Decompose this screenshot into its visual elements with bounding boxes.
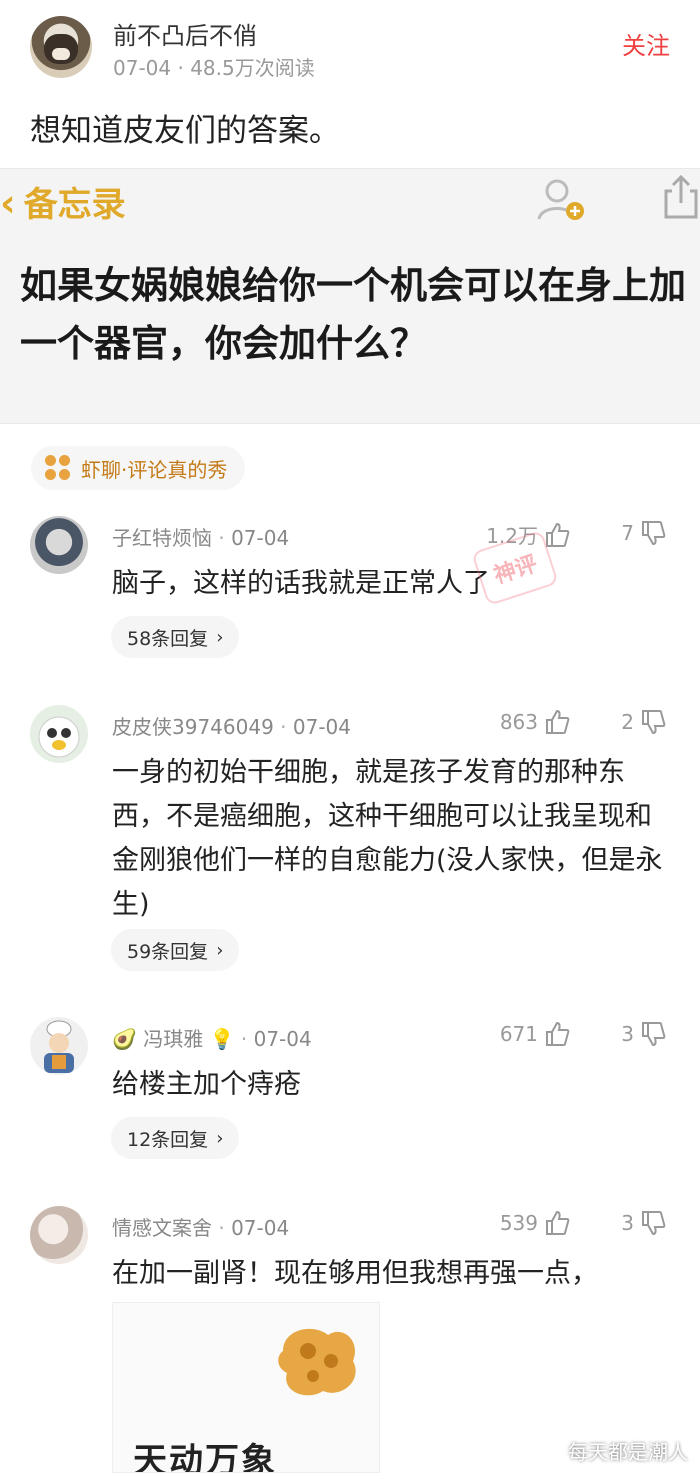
comment-image[interactable]: 天动万象 bbox=[112, 1302, 380, 1473]
view-replies-button[interactable]: 12条回复 › bbox=[111, 1117, 240, 1159]
comment-text: 在加一副肾！现在够用但我想再强一点， bbox=[112, 1258, 598, 1289]
memo-back: ‹ 备忘录 bbox=[0, 177, 126, 226]
commenter-meta[interactable]: 情感文案舍 · 07-04 bbox=[112, 1212, 289, 1241]
comment-date: 07-04 bbox=[231, 526, 290, 550]
commenter-name: 冯琪雅 bbox=[143, 1027, 204, 1051]
dislike-button[interactable]: 2 bbox=[590, 709, 666, 735]
like-button[interactable]: 863 bbox=[470, 709, 570, 735]
comment-item: 情感文案舍 · 07-04 539 3 在加一副肾！现在够用但我想再强一点， bbox=[0, 1206, 700, 1306]
memo-back-label: 备忘录 bbox=[23, 185, 126, 225]
thumbs-down-icon bbox=[642, 1211, 666, 1236]
topic-flower-icon bbox=[45, 455, 71, 481]
like-count: 671 bbox=[499, 1022, 538, 1046]
topic-label: 虾聊·评论真的秀 bbox=[81, 457, 228, 482]
image-caption: 天动万象 bbox=[133, 1441, 277, 1473]
comment-date: 07-04 bbox=[231, 1216, 290, 1240]
dog-snout-shape bbox=[52, 48, 70, 60]
dislike-count: 7 bbox=[621, 521, 634, 545]
like-button[interactable]: 671 bbox=[470, 1021, 570, 1047]
memo-question-text: 如果女娲娘娘给你一个机会可以在身上加一个器官，你会加什么？ bbox=[20, 264, 686, 365]
like-count: 539 bbox=[499, 1211, 538, 1235]
commenter-avatar[interactable] bbox=[30, 1017, 88, 1075]
chef-character-icon bbox=[44, 1020, 74, 1073]
thumbs-up-icon bbox=[546, 522, 570, 547]
commenter-name: 情感文案舍 bbox=[112, 1216, 212, 1240]
comment-date: 07-04 bbox=[292, 715, 351, 739]
share-icon bbox=[664, 174, 698, 219]
comment-item: 子红特烦恼 · 07-04 1.2万 7 脑子，这样的话我就是正常人了 58条回… bbox=[0, 516, 700, 666]
watermark: 每天都是潮人 bbox=[568, 1440, 688, 1464]
comment-text: 给楼主加个痔疮 bbox=[112, 1069, 301, 1100]
thumbs-down-icon bbox=[642, 521, 666, 546]
reply-count: 58条回复 bbox=[127, 627, 209, 650]
post-text: 想知道皮友们的答案。 bbox=[30, 113, 340, 149]
chevron-right-icon: › bbox=[216, 939, 224, 961]
lightbulb-icon: 💡 bbox=[209, 1027, 235, 1051]
thumbs-up-icon bbox=[546, 1210, 570, 1235]
avocado-icon: 🥑 bbox=[112, 1027, 137, 1051]
comment-item: 皮皮侠39746049 · 07-04 863 2 一身的初始干细胞，就是孩子发… bbox=[0, 705, 700, 975]
meta-separator: · bbox=[218, 1216, 232, 1240]
commenter-avatar[interactable] bbox=[30, 1206, 88, 1264]
commenter-avatar[interactable] bbox=[30, 516, 88, 574]
post-image-memo[interactable]: ‹ 备忘录 如果女娲娘娘给你一个机会可以在身上加一个器官，你会加什么？ bbox=[0, 168, 700, 424]
duck-face-icon bbox=[38, 716, 80, 758]
commenter-meta[interactable]: 子红特烦恼 · 07-04 bbox=[112, 522, 289, 551]
comment-item: 🥑 冯琪雅 💡 · 07-04 671 3 给楼主加个痔疮 12条回复 › bbox=[0, 1017, 700, 1167]
meta-separator: · bbox=[240, 1027, 254, 1051]
post-header: 前不凸后不俏 07-04 · 48.5万次阅读 关注 bbox=[0, 0, 700, 95]
comment-date: 07-04 bbox=[253, 1027, 312, 1051]
reply-count: 12条回复 bbox=[127, 1128, 209, 1151]
thumbs-up-icon bbox=[546, 1021, 570, 1046]
post-meta: 07-04 · 48.5万次阅读 bbox=[113, 56, 315, 80]
thumbs-down-icon bbox=[642, 1022, 666, 1047]
dislike-button[interactable]: 3 bbox=[590, 1021, 666, 1047]
thumbs-up-icon bbox=[546, 709, 570, 734]
commenter-name: 皮皮侠39746049 bbox=[112, 715, 274, 739]
view-replies-button[interactable]: 59条回复 › bbox=[111, 929, 240, 971]
view-replies-button[interactable]: 58条回复 › bbox=[111, 616, 240, 658]
commenter-avatar[interactable] bbox=[30, 705, 88, 763]
dislike-count: 2 bbox=[621, 710, 634, 734]
like-count: 863 bbox=[499, 710, 538, 734]
commenter-meta[interactable]: 皮皮侠39746049 · 07-04 bbox=[112, 711, 351, 740]
meta-separator: · bbox=[218, 526, 232, 550]
chevron-right-icon: › bbox=[216, 1127, 224, 1149]
add-person-icon bbox=[537, 179, 584, 220]
dislike-count: 3 bbox=[621, 1211, 634, 1235]
follow-button[interactable]: 关注 bbox=[622, 26, 670, 61]
comment-text: 脑子，这样的话我就是正常人了 bbox=[112, 568, 490, 599]
like-button[interactable]: 539 bbox=[470, 1210, 570, 1236]
commenter-meta[interactable]: 🥑 冯琪雅 💡 · 07-04 bbox=[112, 1023, 312, 1052]
chevron-right-icon: › bbox=[216, 626, 224, 648]
comment-text: 一身的初始干细胞，就是孩子发育的那种东西，不是癌细胞，这种干细胞可以让我呈现和金… bbox=[112, 757, 663, 920]
bread-emoji-icon bbox=[278, 1328, 356, 1396]
meta-separator: · bbox=[280, 715, 293, 739]
topic-tag[interactable]: 虾聊·评论真的秀 bbox=[31, 446, 246, 490]
dislike-button[interactable]: 7 bbox=[590, 520, 666, 546]
dislike-button[interactable]: 3 bbox=[590, 1210, 666, 1236]
dislike-count: 3 bbox=[621, 1022, 634, 1046]
thumbs-down-icon bbox=[642, 710, 666, 735]
chevron-left-icon: ‹ bbox=[0, 181, 16, 225]
author-name[interactable]: 前不凸后不俏 bbox=[113, 16, 257, 51]
reply-count: 59条回复 bbox=[127, 940, 209, 963]
commenter-name: 子红特烦恼 bbox=[112, 526, 212, 550]
author-avatar[interactable] bbox=[30, 16, 92, 78]
